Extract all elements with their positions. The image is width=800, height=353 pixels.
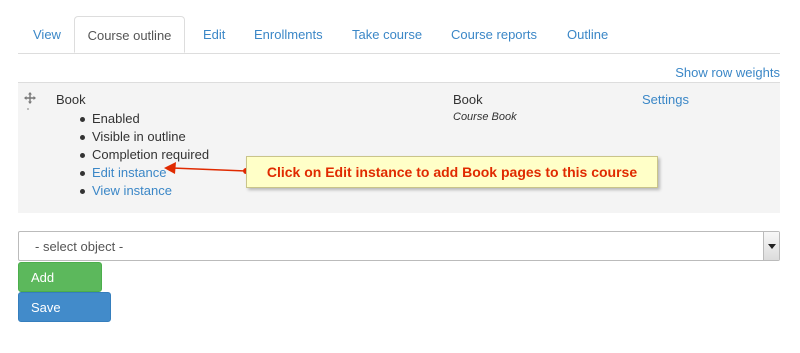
tab-enrollments[interactable]: Enrollments [254,16,323,53]
tab-take-course[interactable]: Take course [352,16,422,53]
move-icon[interactable] [24,92,36,104]
drag-dot [27,108,29,110]
dropdown-arrow-icon[interactable] [763,232,779,260]
outline-table: Book Enabled Visible in outline Completi… [18,82,780,213]
outline-item-title: Book [56,92,86,107]
tab-outline[interactable]: Outline [567,16,608,53]
tab-edit[interactable]: Edit [203,16,225,53]
property-visible-in-outline: Visible in outline [77,128,209,146]
tab-view[interactable]: View [33,16,61,53]
select-object-dropdown[interactable]: - select object - [18,231,780,261]
tab-course-reports[interactable]: Course reports [451,16,537,53]
course-tabs: View Course outline Edit Enrollments Tak… [18,16,780,54]
select-object-value: - select object - [35,239,124,254]
outline-item-type-subtitle: Course Book [453,111,517,123]
property-enabled: Enabled [77,110,209,128]
instruction-callout: Click on Edit instance to add Book pages… [246,156,658,188]
add-object-button[interactable]: Add object [18,262,102,315]
tab-course-outline[interactable]: Course outline [74,16,185,53]
show-row-weights-link[interactable]: Show row weights [675,65,780,80]
save-outline-button[interactable]: Save outline [18,292,111,345]
outline-item-type: Book [453,92,483,107]
settings-link[interactable]: Settings [642,92,689,107]
outline-item-properties: Enabled Visible in outline Completion re… [77,110,209,200]
callout-arrow [164,162,249,174]
